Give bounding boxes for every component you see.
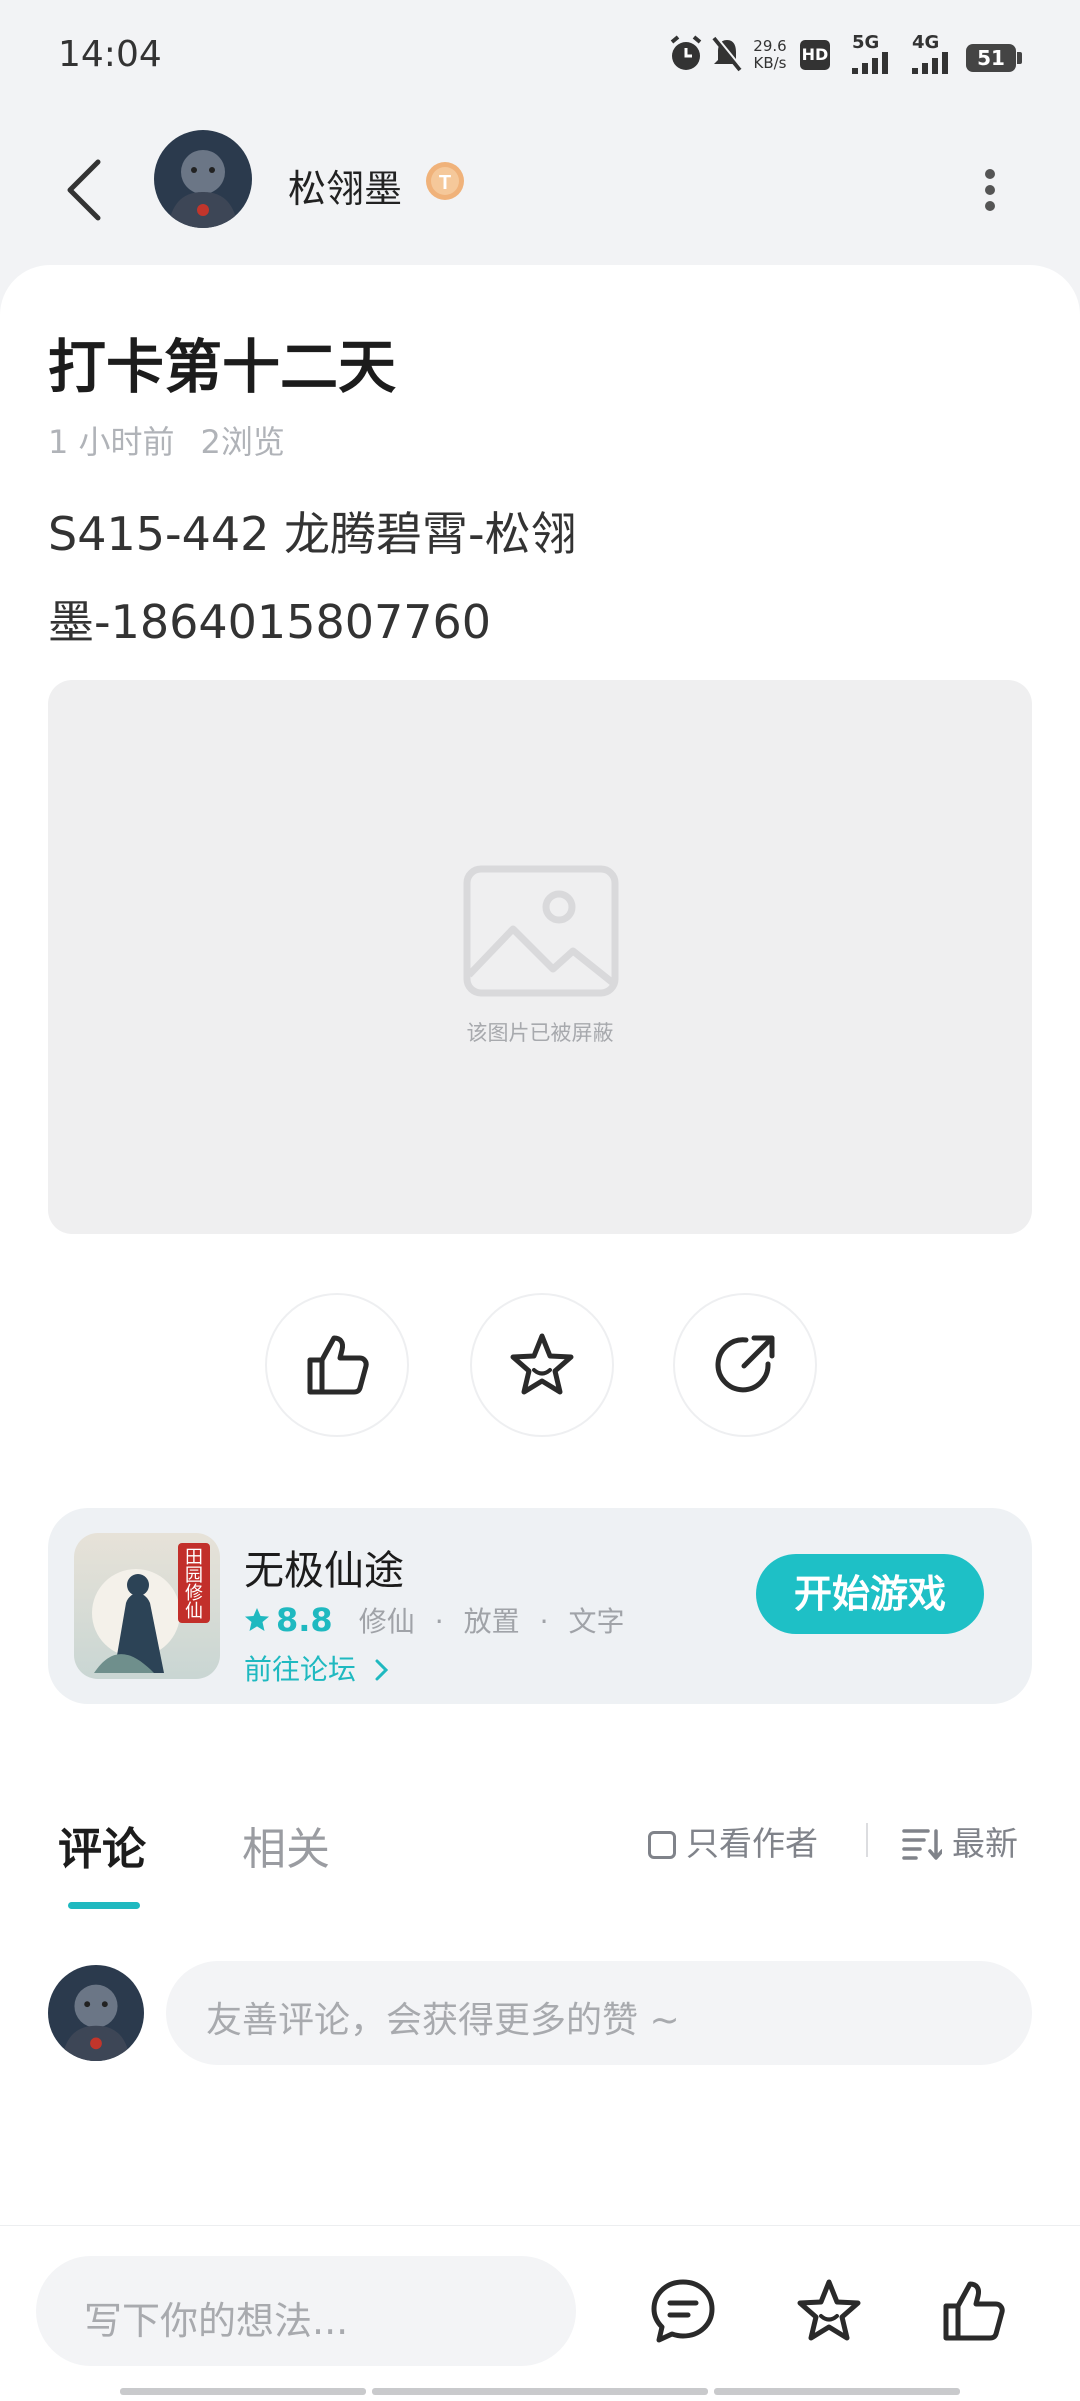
bottom-action-bar: 写下你的想法... bbox=[0, 2225, 1080, 2401]
game-rating: 8.8 bbox=[276, 1601, 333, 1639]
author-only-toggle[interactable]: 只看作者 bbox=[648, 1817, 818, 1865]
post-body-line: S415-442 龙腾碧霄-松翎 bbox=[48, 507, 577, 561]
thumbs-up-icon bbox=[307, 1335, 369, 1395]
svg-text:仙: 仙 bbox=[185, 1601, 203, 1622]
game-meta: 8.8 修仙 · 放置 · 文字 bbox=[244, 1600, 625, 1640]
svg-text:T: T bbox=[439, 172, 451, 194]
battery-indicator: 51 bbox=[966, 44, 1016, 72]
mute-bell-icon bbox=[712, 35, 743, 72]
battery-tip bbox=[1017, 52, 1022, 64]
like-button[interactable] bbox=[265, 1293, 409, 1437]
post-meta: 1 小时前 2浏览 bbox=[48, 417, 311, 463]
comments-section: 评论 相关 只看作者 最新 友善评论，会获得更多的赞 ~ bbox=[0, 1765, 1080, 2225]
alarm-icon bbox=[670, 35, 702, 70]
tab-comments[interactable]: 评论 bbox=[58, 1813, 146, 1877]
signal-4g-label: 4G bbox=[912, 32, 940, 53]
gesture-nav-bar bbox=[120, 2388, 960, 2395]
game-card[interactable]: 田 园 修 仙 无极仙途 8.8 修仙 · 放置 · 文字 前往论坛 开始游戏 bbox=[48, 1508, 1032, 1704]
game-name: 无极仙途 bbox=[244, 1548, 404, 1594]
game-tag: 放置 bbox=[463, 1605, 520, 1638]
thought-placeholder: 写下你的想法... bbox=[84, 2299, 349, 2343]
more-vertical-icon[interactable] bbox=[968, 150, 1012, 230]
share-icon bbox=[715, 1335, 775, 1393]
post-header: 松翎墨 T bbox=[0, 110, 1080, 270]
back-arrow-icon[interactable] bbox=[56, 150, 112, 230]
game-tag: 文字 bbox=[568, 1605, 625, 1638]
post-title: 打卡第十二天 bbox=[48, 333, 397, 401]
author-only-checkbox[interactable] bbox=[648, 1831, 676, 1859]
author-only-label: 只看作者 bbox=[686, 1824, 818, 1863]
favorite-button[interactable] bbox=[470, 1293, 614, 1437]
level-badge: T bbox=[424, 160, 470, 206]
star-icon bbox=[510, 1333, 574, 1395]
signal-4g-icon bbox=[912, 52, 948, 74]
thumbs-up-icon[interactable] bbox=[938, 2276, 1008, 2346]
share-button[interactable] bbox=[673, 1293, 817, 1437]
post-card: 打卡第十二天 1 小时前 2浏览 S415-442 龙腾碧霄-松翎 墨-18640… bbox=[0, 265, 1080, 1765]
author-avatar[interactable] bbox=[154, 130, 252, 228]
chevron-right-icon bbox=[375, 1659, 389, 1681]
forum-link[interactable]: 前往论坛 bbox=[244, 1648, 391, 1688]
post-body: S415-442 龙腾碧霄-松翎 墨-1864015807760 bbox=[48, 490, 1018, 666]
hd-badge: HD bbox=[800, 40, 830, 70]
status-bar: 14:04 29.6 KB/s HD 5G 4G 51 bbox=[0, 0, 1080, 110]
net-speed: 29.6 KB/s bbox=[753, 37, 787, 72]
post-views: 2浏览 bbox=[200, 423, 285, 461]
play-game-button[interactable]: 开始游戏 bbox=[756, 1554, 984, 1634]
blocked-image-label: 该图片已被屏蔽 bbox=[466, 1021, 614, 1045]
tab-related[interactable]: 相关 bbox=[242, 1813, 330, 1877]
forum-link-label: 前往论坛 bbox=[244, 1653, 357, 1686]
game-icon[interactable]: 田 园 修 仙 bbox=[74, 1533, 220, 1679]
sort-label: 最新 bbox=[952, 1824, 1018, 1863]
signal-5g-label: 5G bbox=[852, 32, 880, 53]
comment-input[interactable]: 友善评论，会获得更多的赞 ~ bbox=[166, 1961, 1032, 2065]
image-placeholder-icon bbox=[463, 865, 619, 997]
rating-star-icon bbox=[245, 1608, 269, 1631]
blocked-image[interactable]: 该图片已被屏蔽 bbox=[48, 680, 1032, 1234]
author-name[interactable]: 松翎墨 bbox=[288, 158, 402, 213]
divider bbox=[866, 1823, 868, 1857]
sort-icon bbox=[902, 1829, 944, 1860]
thought-input[interactable]: 写下你的想法... bbox=[36, 2256, 576, 2366]
post-body-line: 墨-1864015807760 bbox=[48, 595, 492, 649]
comment-icon[interactable] bbox=[648, 2276, 718, 2346]
comment-placeholder: 友善评论，会获得更多的赞 ~ bbox=[206, 2000, 680, 2041]
game-tag: 修仙 bbox=[358, 1605, 415, 1638]
post-time: 1 小时前 bbox=[48, 423, 175, 461]
star-icon[interactable] bbox=[794, 2276, 864, 2346]
sort-toggle[interactable]: 最新 bbox=[902, 1817, 1018, 1865]
active-tab-indicator bbox=[68, 1902, 140, 1909]
status-time: 14:04 bbox=[58, 34, 162, 75]
my-avatar bbox=[48, 1965, 144, 2061]
signal-5g-icon bbox=[852, 52, 888, 74]
